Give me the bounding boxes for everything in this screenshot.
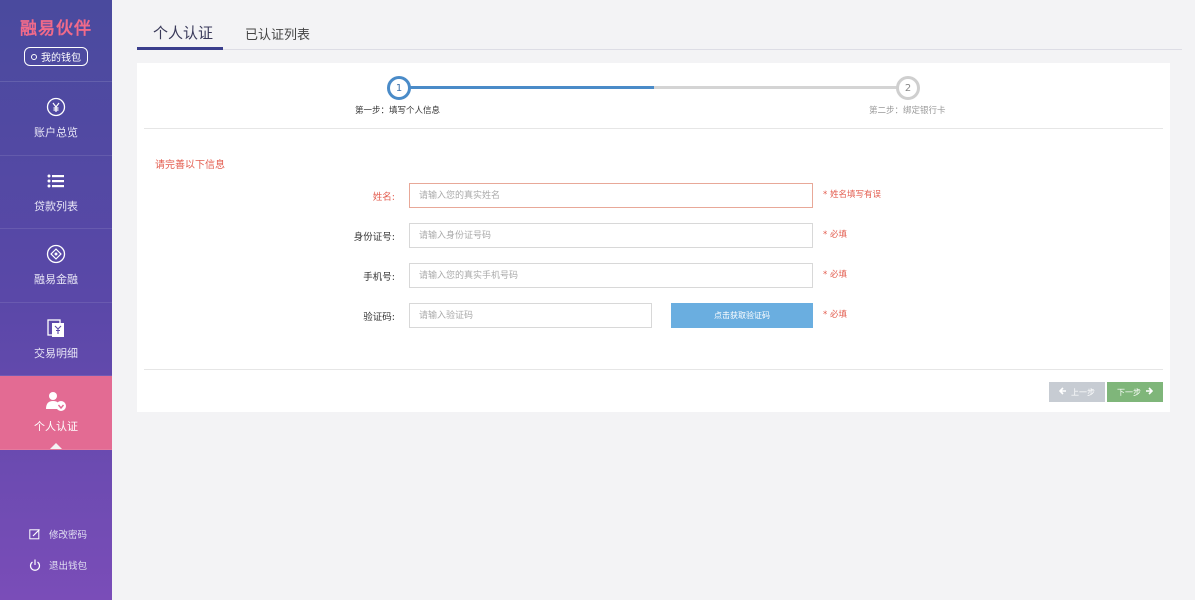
- arrow-left-icon: [1058, 387, 1067, 397]
- tab-personal-verify[interactable]: 个人认证: [153, 22, 213, 43]
- id-number-label: 身份证号:: [353, 232, 395, 243]
- change-password-label: 修改密码: [49, 529, 88, 541]
- yen-circle-icon: [45, 96, 67, 118]
- logout-label: 退出钱包: [49, 560, 88, 572]
- tab-verified-list[interactable]: 已认证列表: [245, 24, 310, 43]
- divider: [144, 128, 1163, 129]
- name-row: 姓名: * 姓名填写有误: [137, 183, 1170, 209]
- sidebar-item-finance[interactable]: 融易金融: [0, 229, 112, 303]
- user-verify-icon: [45, 390, 67, 412]
- name-error-hint: * 姓名填写有误: [823, 190, 881, 200]
- sidebar-bottom: 修改密码 退出钱包: [0, 518, 112, 580]
- verification-card: 1 2 第一步：填写个人信息 第二步：绑定银行卡 请完善以下信息 姓名: * 姓…: [137, 63, 1170, 412]
- brand: 融易伙伴 我的钱包: [0, 0, 112, 82]
- phone-input[interactable]: [409, 263, 813, 288]
- id-number-hint: * 必填: [823, 230, 847, 240]
- section-title: 请完善以下信息: [155, 160, 225, 171]
- change-password-link[interactable]: 修改密码: [0, 518, 112, 549]
- sidebar-item-loan-list[interactable]: 贷款列表: [0, 156, 112, 229]
- step-1-indicator: 1: [387, 76, 411, 100]
- code-input[interactable]: [409, 303, 652, 328]
- active-tab-indicator: [137, 47, 223, 50]
- get-code-button[interactable]: 点击获取验证码: [671, 303, 813, 328]
- step-2-label: 第二步：绑定银行卡: [869, 106, 946, 116]
- wallet-label: 我的钱包: [41, 53, 81, 64]
- divider: [144, 369, 1163, 370]
- sidebar-item-label: 个人认证: [34, 420, 78, 434]
- code-hint: * 必填: [823, 310, 847, 320]
- step-progress-fill: [399, 86, 654, 89]
- phone-hint: * 必填: [823, 270, 847, 280]
- sidebar-item-account-overview[interactable]: 账户总览: [0, 82, 112, 156]
- next-step-label: 下一步: [1117, 387, 1141, 397]
- prev-step-label: 上一步: [1071, 387, 1095, 397]
- sidebar-item-label: 账户总览: [34, 126, 78, 140]
- sidebar-item-label: 贷款列表: [34, 199, 78, 213]
- step-1-label: 第一步：填写个人信息: [355, 106, 441, 116]
- prev-step-button[interactable]: 上一步: [1049, 382, 1105, 402]
- logout-link[interactable]: 退出钱包: [0, 549, 112, 580]
- sidebar-item-transactions[interactable]: 交易明细: [0, 303, 112, 376]
- name-label: 姓名:: [372, 192, 395, 203]
- wallet-dot-icon: [31, 53, 37, 60]
- transaction-icon: [45, 317, 67, 339]
- code-row: 验证码: 点击获取验证码 * 必填: [137, 303, 1170, 329]
- tab-bar: 个人认证 已认证列表: [137, 0, 1182, 50]
- edit-icon: [28, 527, 41, 540]
- power-icon: [28, 558, 41, 571]
- phone-row: 手机号: * 必填: [137, 263, 1170, 289]
- name-input[interactable]: [409, 183, 813, 208]
- phone-label: 手机号:: [363, 272, 395, 283]
- id-number-input[interactable]: [409, 223, 813, 248]
- id-number-row: 身份证号: * 必填: [137, 223, 1170, 249]
- brand-title: 融易伙伴: [20, 19, 92, 39]
- sidebar-item-label: 交易明细: [34, 346, 78, 360]
- finance-icon: [45, 243, 67, 265]
- code-label: 验证码:: [363, 312, 395, 323]
- sidebar: 融易伙伴 我的钱包 账户总览 贷款列表 融易金融 交易明细 个人认证 修改密码 …: [0, 0, 112, 600]
- step-2-indicator: 2: [896, 76, 920, 100]
- wallet-badge[interactable]: 我的钱包: [24, 47, 88, 66]
- list-icon: [45, 170, 67, 192]
- sidebar-item-label: 融易金融: [34, 273, 78, 287]
- next-step-button[interactable]: 下一步: [1107, 382, 1163, 402]
- arrow-right-icon: [1145, 387, 1154, 397]
- sidebar-item-personal-verify[interactable]: 个人认证: [0, 376, 112, 450]
